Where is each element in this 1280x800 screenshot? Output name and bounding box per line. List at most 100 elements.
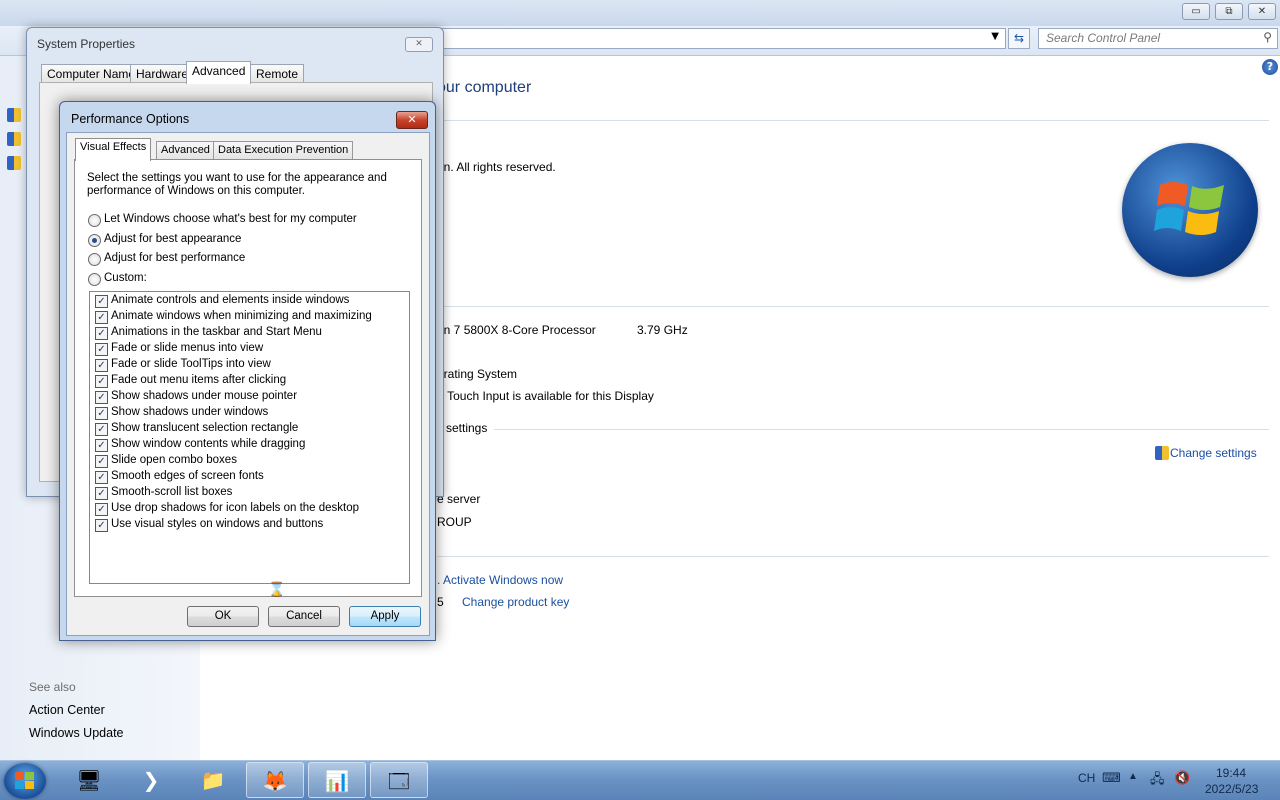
- checkbox[interactable]: ✓: [95, 375, 108, 388]
- divider: [494, 429, 1269, 430]
- list-item[interactable]: Fade or slide ToolTips into view: [111, 358, 271, 370]
- section-heading: settings: [446, 421, 488, 435]
- close-button[interactable]: ✕: [396, 111, 428, 129]
- clock-date[interactable]: 2022/5/23: [1205, 782, 1258, 796]
- checkbox[interactable]: ✓: [95, 471, 108, 484]
- shield-icon: [1155, 446, 1169, 460]
- checkbox[interactable]: ✓: [95, 407, 108, 420]
- tab-data-execution-prevention[interactable]: Data Execution Prevention: [213, 141, 354, 160]
- shield-icon: [7, 156, 21, 170]
- powershell-icon[interactable]: ❯: [122, 762, 180, 798]
- radio-label[interactable]: Let Windows choose what's best for my co…: [104, 213, 357, 225]
- chevron-down-icon[interactable]: ▼: [991, 31, 999, 42]
- radio-best-appearance[interactable]: [88, 234, 101, 247]
- list-item[interactable]: Animate windows when minimizing and maxi…: [111, 310, 372, 322]
- network-icon[interactable]: 🖧: [1150, 770, 1165, 792]
- see-also-title: See also: [29, 680, 76, 694]
- language-indicator[interactable]: CH: [1078, 771, 1095, 785]
- list-item[interactable]: Show shadows under windows: [111, 406, 268, 418]
- list-item[interactable]: Slide open combo boxes: [111, 454, 237, 466]
- start-button[interactable]: [4, 763, 46, 799]
- close-button[interactable]: ✕: [405, 37, 433, 52]
- list-item[interactable]: Fade or slide menus into view: [111, 342, 263, 354]
- radio-label[interactable]: Adjust for best performance: [104, 252, 245, 264]
- list-item[interactable]: Show window contents while dragging: [111, 438, 305, 450]
- page-title: our computer: [437, 79, 532, 96]
- search-input[interactable]: Search Control Panel ⚲: [1038, 28, 1278, 49]
- description-text: Select the settings you want to use for …: [87, 172, 387, 197]
- firefox-icon[interactable]: 🦊: [246, 762, 304, 798]
- apply-button[interactable]: Apply: [349, 606, 421, 627]
- dialog-title: Performance Options: [71, 112, 190, 126]
- list-item[interactable]: Use drop shadows for icon labels on the …: [111, 502, 359, 514]
- change-settings-link[interactable]: Change settings: [1170, 446, 1257, 460]
- volume-muted-icon[interactable]: 🔇: [1174, 770, 1190, 786]
- close-button[interactable]: ✕: [1248, 3, 1276, 20]
- maximize-button[interactable]: ⧉: [1215, 3, 1243, 20]
- search-icon[interactable]: ⚲: [1263, 30, 1272, 44]
- minimize-button[interactable]: ▭: [1182, 3, 1210, 20]
- see-also-windows-update[interactable]: Windows Update: [29, 726, 124, 740]
- visual-effects-list[interactable]: ✓ Animate controls and elements inside w…: [89, 291, 410, 584]
- change-product-key-link[interactable]: Change product key: [462, 595, 569, 609]
- checkbox[interactable]: ✓: [95, 503, 108, 516]
- ok-button[interactable]: OK: [187, 606, 259, 627]
- see-also-action-center[interactable]: Action Center: [29, 703, 105, 717]
- address-bar[interactable]: ▼: [440, 28, 1006, 49]
- server-manager-icon[interactable]: 🖥: [60, 762, 118, 798]
- task-manager-icon[interactable]: 📊: [308, 762, 366, 798]
- dialog-title: System Properties: [37, 37, 136, 51]
- copyright-text: on. All rights reserved.: [437, 160, 556, 174]
- windows-flag-icon: [15, 772, 34, 789]
- refresh-icon[interactable]: ⇆: [1008, 28, 1030, 49]
- control-panel-icon[interactable]: 🗔: [370, 762, 428, 798]
- checkbox[interactable]: ✓: [95, 359, 108, 372]
- radio-best-performance[interactable]: [88, 253, 101, 266]
- checkbox[interactable]: ✓: [95, 487, 108, 500]
- checkbox[interactable]: ✓: [95, 295, 108, 308]
- radio-let-windows-choose[interactable]: [88, 214, 101, 227]
- tab-advanced[interactable]: Advanced: [186, 61, 252, 84]
- visual-effects-panel: Select the settings you want to use for …: [74, 159, 422, 597]
- tab-remote[interactable]: Remote: [250, 64, 305, 83]
- windows-logo: [1122, 143, 1258, 277]
- radio-label[interactable]: Custom:: [104, 272, 147, 284]
- list-item[interactable]: Animations in the taskbar and Start Menu: [111, 326, 322, 338]
- checkbox[interactable]: ✓: [95, 455, 108, 468]
- workgroup-value: ROUP: [437, 515, 472, 529]
- system-type-value: erating System: [437, 367, 518, 381]
- explorer-folder-icon[interactable]: 📁: [184, 762, 242, 798]
- list-item[interactable]: Smooth edges of screen fonts: [111, 470, 264, 482]
- tab-hardware[interactable]: Hardware: [130, 64, 195, 83]
- keyboard-icon[interactable]: ⌨: [1102, 770, 1121, 786]
- checkbox[interactable]: ✓: [95, 519, 108, 532]
- product-id-value: 5: [437, 595, 444, 609]
- checkbox[interactable]: ✓: [95, 327, 108, 340]
- checkbox[interactable]: ✓: [95, 423, 108, 436]
- checkbox[interactable]: ✓: [95, 391, 108, 404]
- cancel-button[interactable]: Cancel: [268, 606, 340, 627]
- activate-windows-link[interactable]: . Activate Windows now: [437, 573, 563, 587]
- list-item[interactable]: Fade out menu items after clicking: [111, 374, 286, 386]
- list-item[interactable]: Show shadows under mouse pointer: [111, 390, 297, 402]
- processor-value: en 7 5800X 8-Core Processor: [437, 323, 596, 337]
- radio-label[interactable]: Adjust for best appearance: [104, 233, 241, 245]
- list-item[interactable]: Show translucent selection rectangle: [111, 422, 298, 434]
- clock-time[interactable]: 19:44: [1216, 766, 1246, 780]
- processor-speed: 3.79 GHz: [637, 323, 688, 337]
- shield-icon: [7, 108, 21, 122]
- list-item[interactable]: Use visual styles on windows and buttons: [111, 518, 323, 530]
- tab-visual-effects[interactable]: Visual Effects: [75, 138, 152, 161]
- list-item[interactable]: Smooth-scroll list boxes: [111, 486, 232, 498]
- radio-custom[interactable]: [88, 273, 101, 286]
- tab-advanced[interactable]: Advanced: [156, 141, 215, 160]
- checkbox[interactable]: ✓: [95, 343, 108, 356]
- help-icon[interactable]: ?: [1262, 59, 1278, 75]
- windows-flag-icon: [1154, 182, 1224, 235]
- checkbox[interactable]: ✓: [95, 311, 108, 324]
- chevron-up-icon[interactable]: ▲: [1128, 771, 1138, 782]
- checkbox[interactable]: ✓: [95, 439, 108, 452]
- tab-computer-name[interactable]: Computer Name: [41, 64, 142, 83]
- list-item[interactable]: Animate controls and elements inside win…: [111, 294, 349, 306]
- divider: [437, 306, 1269, 307]
